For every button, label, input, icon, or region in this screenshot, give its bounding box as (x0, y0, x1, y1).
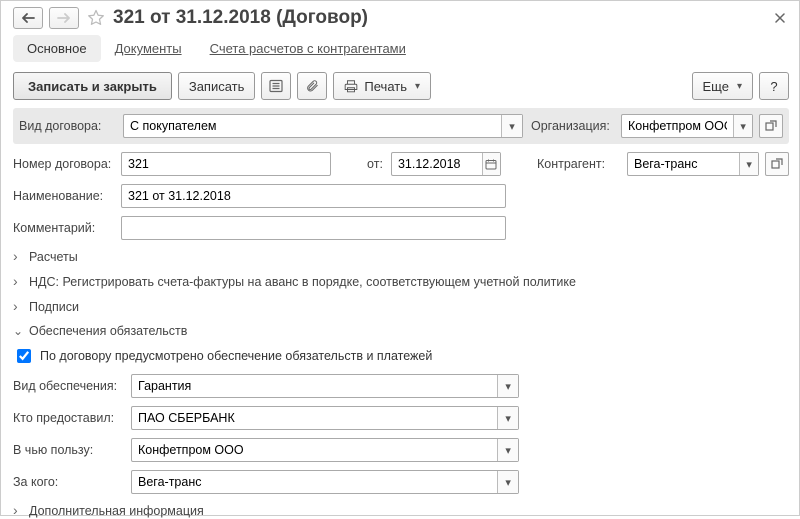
date-input[interactable] (392, 153, 482, 175)
counterparty-label: Контрагент: (537, 157, 621, 171)
in-favor-of-dropdown[interactable]: ▾ (497, 439, 518, 461)
organization-label: Организация: (531, 119, 615, 133)
print-label: Печать (364, 79, 407, 94)
date-from-label: от: (367, 157, 383, 171)
open-icon (765, 120, 777, 132)
chevron-right-icon (13, 274, 23, 290)
comment-label: Комментарий: (13, 221, 113, 235)
counterparty-dropdown[interactable]: ▾ (739, 153, 758, 175)
settlements-expander[interactable]: Расчеты (13, 249, 789, 265)
tab-accounts[interactable]: Счета расчетов с контрагентами (196, 35, 420, 62)
nav-forward-button[interactable] (49, 7, 79, 29)
chevron-down-icon: ▾ (737, 81, 742, 92)
organization-input[interactable] (622, 115, 733, 137)
signatures-label: Подписи (29, 300, 79, 314)
chevron-right-icon (13, 503, 23, 519)
signatures-expander[interactable]: Подписи (13, 299, 789, 315)
tab-main[interactable]: Основное (13, 35, 101, 62)
print-button[interactable]: Печать ▾ (333, 72, 431, 100)
star-icon (86, 8, 106, 28)
attach-button[interactable] (297, 72, 327, 100)
more-button[interactable]: Еще ▾ (692, 72, 753, 100)
provided-by-dropdown[interactable]: ▾ (497, 407, 518, 429)
provided-by-input[interactable] (132, 407, 497, 429)
in-favor-of-input[interactable] (132, 439, 497, 461)
nav-back-button[interactable] (13, 7, 43, 29)
securities-checkbox-label: По договору предусмотрено обеспечение об… (40, 349, 432, 363)
date-picker-button[interactable] (482, 153, 500, 175)
counterparty-open-button[interactable] (765, 152, 789, 176)
save-button[interactable]: Записать (178, 72, 256, 100)
securities-expander[interactable]: Обеспечения обязательств (13, 324, 789, 338)
comment-input[interactable] (122, 217, 505, 239)
close-icon (775, 13, 785, 23)
save-and-close-button[interactable]: Записать и закрыть (13, 72, 172, 100)
open-icon (771, 158, 783, 170)
settlements-label: Расчеты (29, 250, 78, 264)
chevron-down-icon: ▾ (415, 81, 420, 92)
list-icon (269, 79, 283, 93)
name-label: Наименование: (13, 189, 113, 203)
securities-label: Обеспечения обязательств (29, 324, 187, 338)
on-behalf-of-input[interactable] (132, 471, 497, 493)
tab-documents[interactable]: Документы (101, 35, 196, 62)
vat-expander[interactable]: НДС: Регистрировать счета-фактуры на ава… (13, 274, 789, 290)
paperclip-icon (305, 79, 319, 93)
on-behalf-of-label: За кого: (13, 475, 123, 489)
additional-expander[interactable]: Дополнительная информация (13, 503, 789, 519)
contract-type-label: Вид договора: (19, 119, 115, 133)
provided-by-label: Кто предоставил: (13, 411, 123, 425)
printer-icon (344, 79, 358, 93)
window-title: 321 от 31.12.2018 (Договор) (113, 7, 368, 29)
more-label: Еще (703, 79, 729, 94)
close-button[interactable] (771, 9, 789, 27)
security-type-label: Вид обеспечения: (13, 379, 123, 393)
arrow-left-icon (21, 13, 35, 23)
organization-dropdown[interactable]: ▾ (733, 115, 752, 137)
help-button[interactable]: ? (759, 72, 789, 100)
securities-checkbox[interactable] (17, 349, 31, 363)
arrow-right-icon (57, 13, 71, 23)
security-type-input[interactable] (132, 375, 497, 397)
contract-number-label: Номер договора: (13, 157, 113, 171)
calendar-icon (485, 158, 497, 170)
chevron-down-icon (13, 324, 23, 338)
list-button[interactable] (261, 72, 291, 100)
favorite-button[interactable] (85, 7, 107, 29)
contract-type-dropdown[interactable]: ▾ (501, 115, 522, 137)
contract-number-input[interactable] (122, 153, 330, 175)
in-favor-of-label: В чью пользу: (13, 443, 123, 457)
on-behalf-of-dropdown[interactable]: ▾ (497, 471, 518, 493)
security-type-dropdown[interactable]: ▾ (497, 375, 518, 397)
vat-label: НДС: Регистрировать счета-фактуры на ава… (29, 275, 576, 289)
chevron-right-icon (13, 299, 23, 315)
chevron-right-icon (13, 249, 23, 265)
counterparty-input[interactable] (628, 153, 739, 175)
name-input[interactable] (122, 185, 505, 207)
contract-type-input[interactable] (124, 115, 501, 137)
organization-open-button[interactable] (759, 114, 783, 138)
